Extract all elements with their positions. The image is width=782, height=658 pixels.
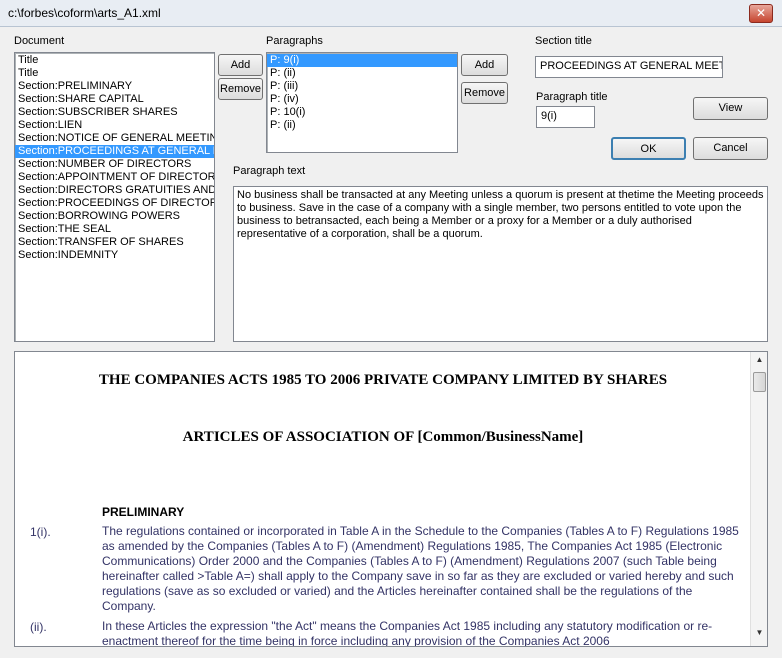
paragraphs-label: Paragraphs [266, 35, 323, 47]
view-button[interactable]: View [693, 97, 768, 120]
document-list-item[interactable]: Section:PRELIMINARY [15, 80, 214, 93]
document-list-item[interactable]: Title [15, 67, 214, 80]
document-list-item[interactable]: Section:PROCEEDINGS AT GENERAL M [15, 145, 214, 158]
document-listbox[interactable]: Title Title Section:PRELIMINARY Section:SHA… [14, 52, 215, 342]
preview-section-heading: PRELIMINARY [102, 505, 185, 519]
document-list-item[interactable]: Section:DIRECTORS GRATUITIES AND [15, 184, 214, 197]
scroll-up-icon[interactable]: ▲ [751, 355, 767, 364]
paragraph-add-button[interactable]: Add [461, 54, 508, 76]
document-list-item[interactable]: Title [15, 54, 214, 67]
preview-para-number: (ii). [30, 620, 47, 634]
document-list-item[interactable]: Section:APPOINTMENT OF DIRECTOR [15, 171, 214, 184]
paragraph-list-item[interactable]: P: 10(i) [267, 106, 457, 119]
document-label: Document [14, 35, 65, 47]
document-list-item[interactable]: Section:TRANSFER OF SHARES [15, 236, 214, 249]
paragraph-list-item[interactable]: P: (ii) [267, 67, 457, 80]
preview-para-number: 1(i). [30, 525, 51, 539]
paragraph-list-item[interactable]: P: (ii) [267, 119, 457, 132]
section-title-input[interactable]: PROCEEDINGS AT GENERAL MEET [535, 56, 723, 78]
paragraph-title-label: Paragraph title [536, 91, 608, 103]
document-add-button[interactable]: Add [218, 54, 263, 76]
document-remove-button[interactable]: Remove [218, 78, 263, 100]
document-list-item[interactable]: Section:THE SEAL [15, 223, 214, 236]
paragraph-list-item[interactable]: P: 9(i) [267, 54, 457, 67]
paragraph-list-item[interactable]: P: (iii) [267, 80, 457, 93]
paragraph-text-label: Paragraph text [233, 165, 306, 177]
scroll-thumb[interactable] [753, 372, 766, 392]
document-list-item[interactable]: Section:SHARE CAPITAL [15, 93, 214, 106]
document-list-item[interactable]: Section:NUMBER OF DIRECTORS [15, 158, 214, 171]
section-title-label: Section title [535, 35, 592, 47]
preview-heading-companies-acts: THE COMPANIES ACTS 1985 TO 2006 PRIVATE … [98, 372, 668, 388]
paragraph-title-input[interactable]: 9(i) [536, 106, 595, 128]
paragraph-remove-button[interactable]: Remove [461, 82, 508, 104]
preview-scrollbar[interactable]: ▲ ▼ [750, 352, 767, 646]
ok-button[interactable]: OK [611, 137, 686, 160]
document-list-item[interactable]: Section:PROCEEDINGS OF DIRECTOR [15, 197, 214, 210]
document-preview: THE COMPANIES ACTS 1985 TO 2006 PRIVATE … [14, 351, 768, 647]
paragraph-text-area[interactable]: No business shall be transacted at any M… [233, 186, 768, 342]
document-list-item[interactable]: Section:BORROWING POWERS [15, 210, 214, 223]
document-list-item[interactable]: Section:LIEN [15, 119, 214, 132]
close-button[interactable]: ✕ [749, 4, 773, 23]
cancel-button[interactable]: Cancel [693, 137, 768, 160]
paragraphs-listbox[interactable]: P: 9(i) P: (ii) P: (iii) P: (iv) P: 10(i) P: … [266, 52, 458, 153]
document-list-item[interactable]: Section:INDEMNITY [15, 249, 214, 262]
document-list-item[interactable]: Section:SUBSCRIBER SHARES [15, 106, 214, 119]
preview-para-text: In these Articles the expression "the Ac… [102, 619, 713, 647]
paragraph-list-item[interactable]: P: (iv) [267, 93, 457, 106]
preview-para-text: The regulations contained or incorporate… [102, 524, 739, 613]
window-title: c:\forbes\coform\arts_A1.xml [8, 6, 161, 20]
preview-heading-articles: ARTICLES OF ASSOCIATION OF [Common/Busin… [182, 429, 584, 445]
scroll-down-icon[interactable]: ▼ [751, 628, 767, 637]
document-list-item[interactable]: Section:NOTICE OF GENERAL MEETIN [15, 132, 214, 145]
